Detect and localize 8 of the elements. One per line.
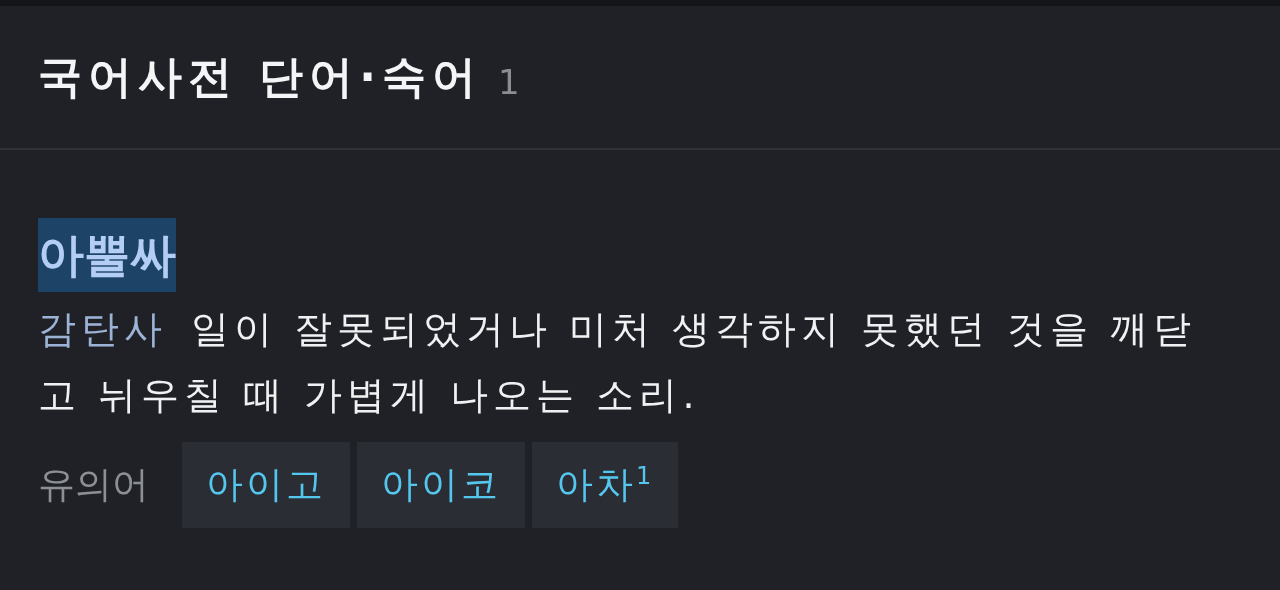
result-count: 1 (498, 62, 520, 102)
synonyms-label: 유의어 (38, 462, 149, 508)
synonym-link[interactable]: 아차$^{1}$ (532, 442, 679, 528)
definition-text: 감탄사 일이 잘못되었거나 미처 생각하지 못했던 것을 깨닫고 뉘우칠 때 가볍게 나오는 소리. (38, 306, 1198, 419)
synonym-link[interactable]: 아이코 (357, 442, 525, 528)
synonym-link[interactable]: 아이고 (182, 442, 350, 528)
section-title: 국어사전 단어·숙어 (38, 49, 483, 104)
headword: 아뿔싸 (38, 218, 176, 292)
